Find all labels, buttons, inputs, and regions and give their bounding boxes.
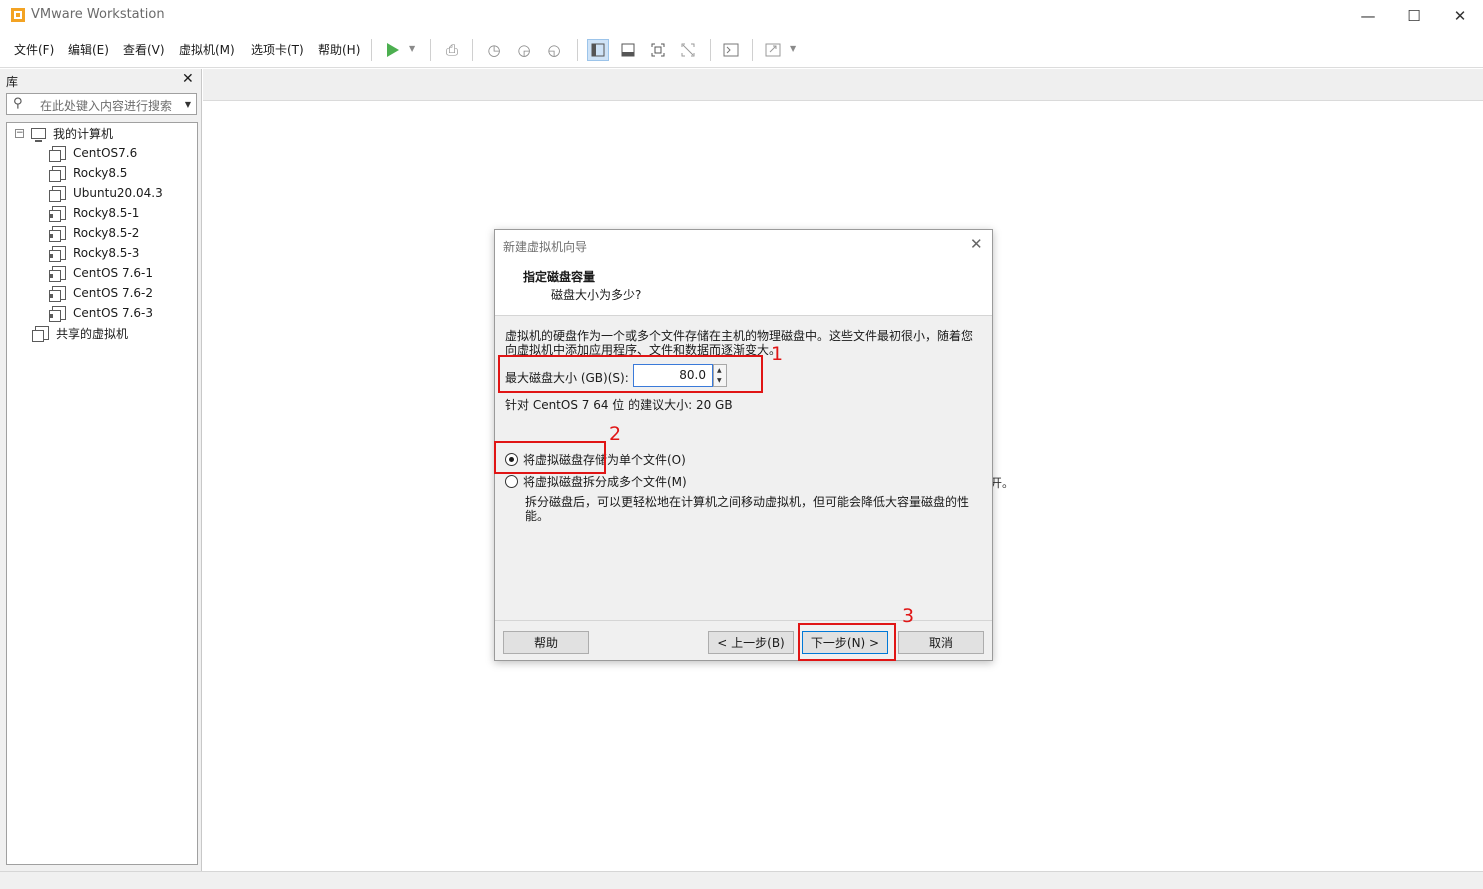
library-title: 库	[6, 75, 19, 89]
tree-item-label: CentOS 7.6-3	[73, 306, 153, 320]
dialog-title: 新建虚拟机向导	[503, 240, 588, 254]
menu-bar: 文件(F) 编辑(E) 查看(V) 虚拟机(M) 选项卡(T) 帮助(H) ▼ …	[0, 31, 1483, 68]
dialog-heading: 指定磁盘容量	[523, 270, 596, 284]
send-keys-icon[interactable]: ⎙	[441, 39, 463, 61]
tree-item-label: CentOS 7.6-1	[73, 266, 153, 280]
linked-clone-vm-icon	[49, 306, 66, 322]
toolbar-separator	[371, 39, 372, 61]
menu-help[interactable]: 帮助(H)	[318, 41, 360, 58]
recommended-size-text: 针对 CentOS 7 64 位 的建议大小: 20 GB	[505, 398, 733, 412]
tree-item-label: Ubuntu20.04.3	[73, 186, 163, 200]
dialog-divider	[495, 620, 992, 621]
status-bar	[0, 871, 1483, 889]
background-text-fragment: 开。	[990, 476, 1015, 490]
minimize-button[interactable]: —	[1345, 0, 1391, 31]
dialog-header: 指定磁盘容量 磁盘大小为多少?	[495, 260, 992, 316]
collapse-icon[interactable]: −	[15, 128, 24, 138]
tree-item-vm[interactable]: CentOS 7.6-3	[49, 303, 153, 323]
toolbar-separator	[710, 39, 711, 61]
split-option-description: 拆分磁盘后，可以更轻松地在计算机之间移动虚拟机，但可能会降低大容量磁盘的性能。	[525, 495, 970, 523]
tree-item-shared-vms[interactable]: 共享的虚拟机	[32, 323, 129, 343]
linked-clone-vm-icon	[49, 226, 66, 242]
search-icon: ⚲	[13, 96, 23, 111]
full-screen-icon[interactable]	[647, 39, 669, 61]
dialog-close-icon[interactable]: ✕	[970, 235, 983, 253]
tree-item-vm[interactable]: Rocky8.5-2	[49, 223, 140, 243]
menu-edit[interactable]: 编辑(E)	[68, 41, 109, 58]
snapshot-icon[interactable]: ◷	[483, 39, 505, 61]
play-dropdown-icon[interactable]: ▼	[409, 44, 415, 53]
linked-clone-vm-icon	[49, 286, 66, 302]
close-window-button[interactable]: ✕	[1437, 0, 1483, 31]
menu-vm[interactable]: 虚拟机(M)	[179, 41, 235, 58]
toolbar-separator	[577, 39, 578, 61]
linked-clone-vm-icon	[49, 266, 66, 282]
dialog-title-bar: 新建虚拟机向导 ✕	[495, 230, 992, 260]
help-button[interactable]: 帮助	[503, 631, 589, 654]
search-placeholder: 在此处键入内容进行搜索	[40, 99, 173, 113]
tree-item-vm[interactable]: CentOS 7.6-1	[49, 263, 153, 283]
vm-icon	[49, 146, 66, 162]
linked-clone-vm-icon	[49, 206, 66, 222]
tree-item-label: Rocky8.5-3	[73, 246, 140, 260]
library-view-icon[interactable]	[587, 39, 609, 61]
unity-icon[interactable]	[677, 39, 699, 61]
library-close-icon[interactable]: ✕	[182, 71, 194, 87]
linked-clone-vm-icon	[49, 246, 66, 262]
radio-split-files[interactable]	[505, 475, 518, 488]
annotation-box-next	[798, 623, 896, 661]
tree-item-vm[interactable]: Ubuntu20.04.3	[49, 183, 163, 203]
snapshot-manager-icon[interactable]: ◵	[543, 39, 565, 61]
tree-item-my-computer[interactable]: − 我的计算机	[15, 123, 113, 143]
stretch-dropdown-icon[interactable]: ▼	[790, 44, 796, 53]
tree-item-label: CentOS 7.6-2	[73, 286, 153, 300]
tree-item-vm[interactable]: Rocky8.5-1	[49, 203, 140, 223]
maximize-button[interactable]: ☐	[1391, 0, 1437, 31]
shared-vms-icon	[32, 326, 49, 342]
window-title: VMware Workstation	[31, 7, 165, 22]
radio-label: 将虚拟磁盘拆分成多个文件(M)	[523, 475, 687, 489]
computer-icon	[31, 127, 46, 142]
stretch-icon[interactable]	[762, 39, 784, 61]
vm-icon	[49, 166, 66, 182]
tree-item-vm[interactable]: CentOS 7.6-2	[49, 283, 153, 303]
dialog-subheading: 磁盘大小为多少?	[551, 288, 642, 302]
tree-item-label: Rocky8.5-2	[73, 226, 140, 240]
thumbnail-view-icon[interactable]	[617, 39, 639, 61]
annotation-box-single-file	[494, 441, 606, 474]
play-icon[interactable]	[382, 39, 404, 61]
library-panel: 库 ✕ ⚲ 在此处键入内容进行搜索 ▼ − 我的计算机 CentOS7.6 Ro…	[0, 69, 202, 871]
revert-snapshot-icon[interactable]: ◶	[513, 39, 535, 61]
vm-icon	[49, 186, 66, 202]
annotation-number: 2	[609, 423, 622, 445]
annotation-number: 1	[771, 343, 784, 365]
tree-item-label: 共享的虚拟机	[56, 326, 129, 341]
split-multiple-files-option[interactable]: 将虚拟磁盘拆分成多个文件(M)	[505, 473, 687, 490]
library-search-input[interactable]: ⚲ 在此处键入内容进行搜索 ▼	[6, 93, 197, 115]
tab-strip	[203, 69, 1483, 101]
cancel-button[interactable]: 取消	[898, 631, 984, 654]
toolbar-separator	[472, 39, 473, 61]
tree-item-vm[interactable]: Rocky8.5-3	[49, 243, 140, 263]
tree-item-label: Rocky8.5-1	[73, 206, 140, 220]
annotation-box-disk-size	[498, 355, 763, 393]
title-bar: VMware Workstation — ☐ ✕	[0, 0, 1483, 31]
tree-item-label: 我的计算机	[53, 126, 114, 141]
vmware-logo-icon	[11, 8, 25, 22]
tree-item-label: Rocky8.5	[73, 166, 128, 180]
tree-item-vm[interactable]: Rocky8.5	[49, 163, 128, 183]
toolbar-separator	[430, 39, 431, 61]
toolbar-separator	[752, 39, 753, 61]
annotation-number: 3	[902, 605, 915, 627]
back-button[interactable]: < 上一步(B)	[708, 631, 794, 654]
tree-item-label: CentOS7.6	[73, 146, 138, 160]
console-icon[interactable]	[720, 39, 742, 61]
search-dropdown-icon[interactable]: ▼	[185, 100, 191, 109]
menu-file[interactable]: 文件(F)	[14, 41, 54, 58]
tree-item-vm[interactable]: CentOS7.6	[49, 143, 138, 163]
menu-view[interactable]: 查看(V)	[123, 41, 165, 58]
menu-tabs[interactable]: 选项卡(T)	[251, 41, 304, 58]
library-tree: − 我的计算机 CentOS7.6 Rocky8.5 Ubuntu20.04.3…	[6, 122, 198, 865]
disk-description: 虚拟机的硬盘作为一个或多个文件存储在主机的物理磁盘中。这些文件最初很小，随着您向…	[505, 329, 974, 355]
